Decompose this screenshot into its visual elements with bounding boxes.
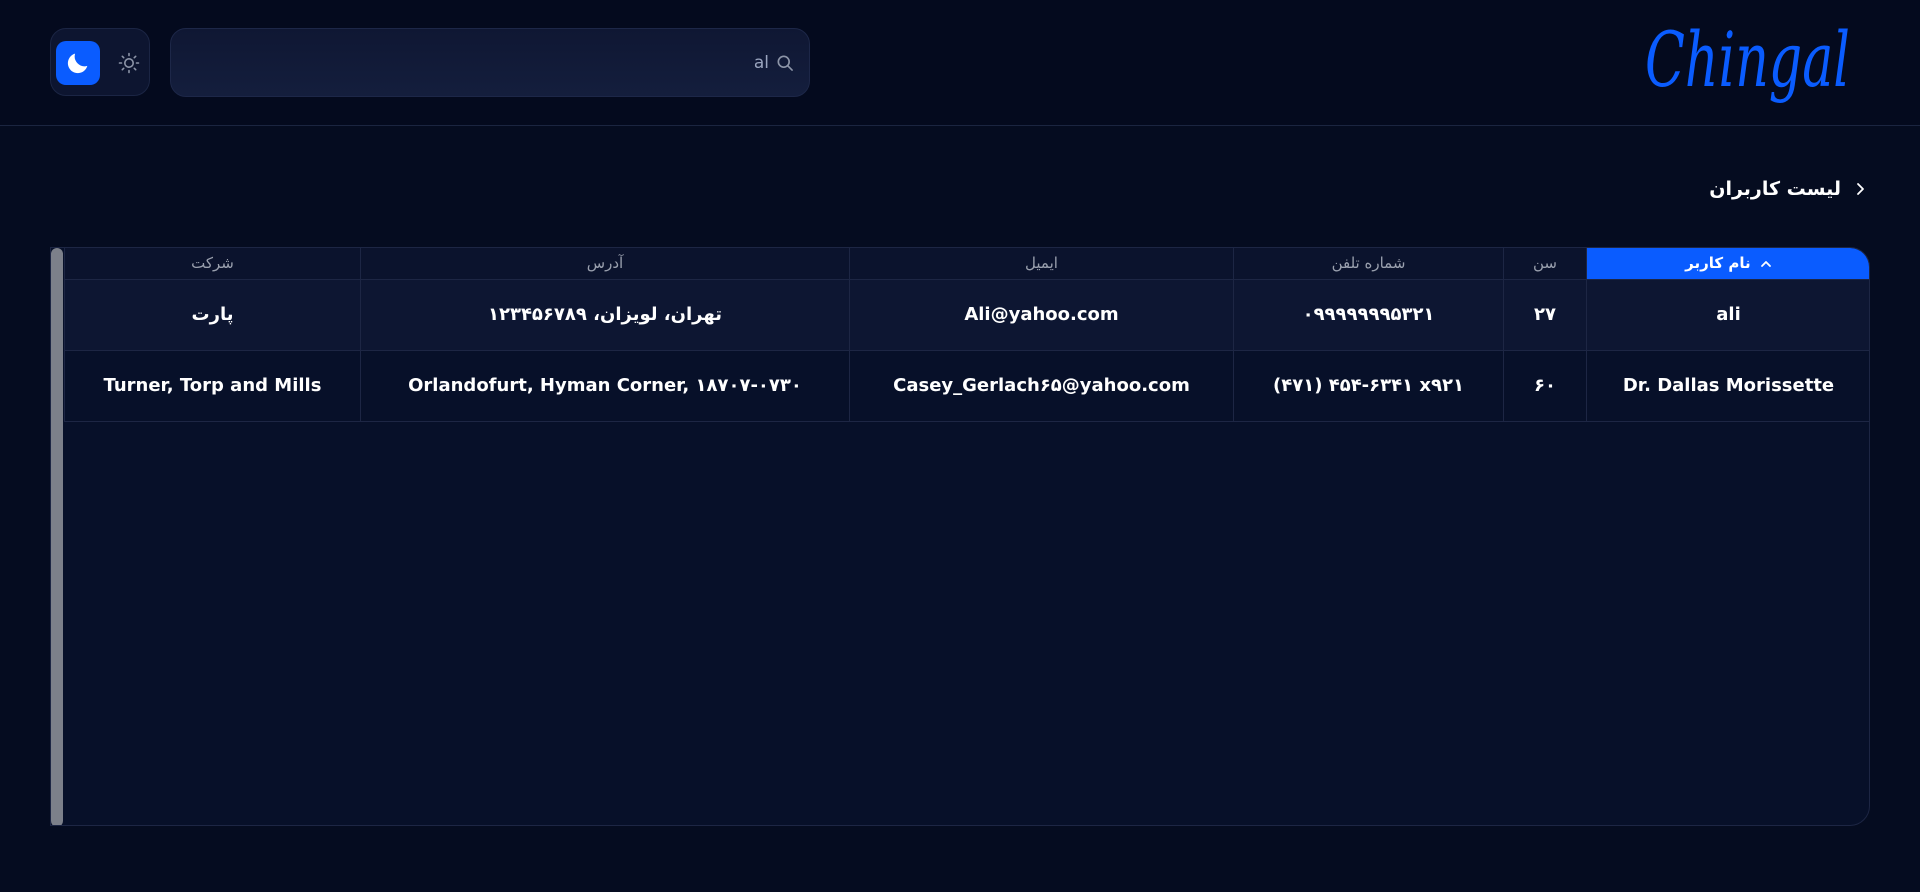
cell-phone: ۰۹۹۹۹۹۹۹۵۳۲۱: [1233, 279, 1504, 351]
column-header-age[interactable]: سن: [1503, 248, 1587, 280]
cell-email: Casey_Gerlach۶۵@yahoo.com: [849, 350, 1234, 422]
column-header-phone[interactable]: شماره تلفن: [1233, 248, 1504, 280]
column-header-company[interactable]: شرکت: [64, 248, 361, 280]
search-input[interactable]: [191, 29, 771, 96]
top-header: Chingal: [0, 0, 1920, 126]
chingal-logo[interactable]: Chingal: [1640, 8, 1860, 118]
breadcrumb: لیست کاربران: [1709, 178, 1867, 200]
cell-address: تهران، لویزان، ۱۲۳۴۵۶۷۸۹: [360, 279, 850, 351]
table-row[interactable]: ali ۲۷ ۰۹۹۹۹۹۹۹۵۳۲۱ Ali@yahoo.com تهران،…: [64, 279, 1869, 351]
moon-icon: [67, 53, 88, 74]
cell-phone: (۴۷۱) ۴۵۴-۶۳۴۱ x۹۲۱: [1233, 350, 1504, 422]
logo-text: Chingal: [1645, 15, 1850, 104]
column-header-username[interactable]: نام کاربر: [1586, 248, 1869, 280]
cell-age: ۶۰: [1503, 350, 1587, 422]
search-icon[interactable]: [775, 53, 795, 73]
cell-email: Ali@yahoo.com: [849, 279, 1234, 351]
sun-icon: [118, 52, 140, 74]
search-box: [170, 28, 810, 97]
cell-address: Orlandofurt, Hyman Corner, ۱۸۷۰۷-۰۷۳۰: [360, 350, 850, 422]
table-row[interactable]: Dr. Dallas Morissette ۶۰ (۴۷۱) ۴۵۴-۶۳۴۱ …: [64, 350, 1869, 422]
sort-asc-icon: [1760, 260, 1771, 267]
cell-age: ۲۷: [1503, 279, 1587, 351]
light-mode-button[interactable]: [109, 41, 149, 85]
column-header-address[interactable]: آدرس: [360, 248, 850, 280]
scrollbar[interactable]: [51, 248, 63, 825]
cell-username: ali: [1586, 279, 1869, 351]
chevron-right-icon[interactable]: [1853, 182, 1867, 196]
users-table: نام کاربر سن شماره تلفن ایمیل آدرس شرکت …: [64, 248, 1869, 422]
cell-company: Turner, Torp and Mills: [64, 350, 361, 422]
dark-mode-button[interactable]: [56, 41, 100, 85]
page-title: لیست کاربران: [1709, 178, 1841, 200]
cell-username: Dr. Dallas Morissette: [1586, 350, 1869, 422]
table-header-row: نام کاربر سن شماره تلفن ایمیل آدرس شرکت: [64, 248, 1869, 280]
theme-toggle: [50, 28, 150, 96]
column-header-email[interactable]: ایمیل: [849, 248, 1234, 280]
cell-company: پارت: [64, 279, 361, 351]
users-table-card: نام کاربر سن شماره تلفن ایمیل آدرس شرکت …: [50, 247, 1870, 826]
